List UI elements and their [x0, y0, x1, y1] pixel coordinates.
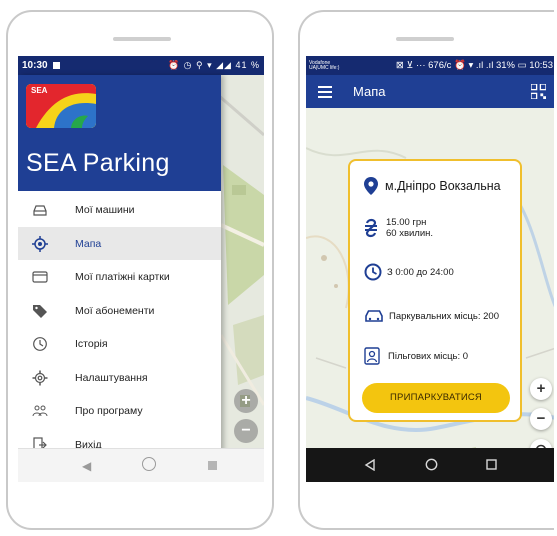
parking-spaces: Паркувальних місць: 200 [389, 310, 499, 322]
price-value: 15.00 грн [386, 217, 427, 228]
right-phone-screen: Vodafone UA|UMC life:) ⊠ ⊻ ··· 676/с ⏰ ▾… [306, 56, 554, 482]
menu-label: Мої машини [75, 204, 135, 216]
toolbar-title: Мапа [353, 84, 386, 99]
phone-speaker [113, 37, 171, 41]
menu-item-about[interactable]: Про програму [18, 394, 221, 428]
price-row: 15.00 грн 60 хвилин. [364, 217, 433, 239]
android-nav-bar: ◀ [18, 448, 264, 482]
left-phone-frame: 10:30 ⏰ ◷ ⚲ ▾ ◢◢ 41 % + − SEA SEA Parkin… [6, 10, 274, 530]
zoom-out-button[interactable]: − [234, 419, 258, 443]
clock-icon [364, 263, 382, 281]
left-phone-screen: 10:30 ⏰ ◷ ⚲ ▾ ◢◢ 41 % + − SEA SEA Parkin… [18, 56, 264, 482]
drawer-title: SEA Parking [26, 149, 170, 177]
menu-label: Історія [75, 338, 108, 350]
carrier-name: Vodafone UA|UMC life:) [309, 59, 340, 71]
menu-icon[interactable] [318, 86, 332, 98]
sea-logo: SEA [26, 84, 96, 128]
zoom-in-button[interactable]: + [530, 378, 552, 400]
battery-level: 41 % [235, 60, 260, 70]
status-bar: 10:30 ⏰ ◷ ⚲ ▾ ◢◢ 41 % [18, 56, 264, 75]
station-row: м.Дніпро Вокзальна [364, 177, 501, 195]
parking-info-card: м.Дніпро Вокзальна 15.00 грн 60 хвилин. [348, 159, 522, 422]
menu-label: Мої платіжні картки [75, 271, 170, 283]
android-nav-bar [306, 448, 554, 482]
gear-icon [32, 370, 48, 385]
menu-label: Мої абонементи [75, 304, 155, 317]
phone-speaker [396, 37, 454, 41]
back-icon[interactable]: ◀ [82, 459, 91, 473]
location-target-icon [32, 235, 48, 252]
drawer-menu: Мої машини Мапа Мої платіжні картки Мої … [18, 193, 221, 461]
hryvnia-icon [365, 218, 377, 238]
menu-item-payment-cards[interactable]: Мої платіжні картки [18, 260, 221, 294]
recents-icon[interactable] [486, 459, 497, 470]
status-icons: ⊠ ⊻ ··· 676/с ⏰ ▾ .ıl .ıl 31% ▭ 10:53 [395, 60, 553, 71]
home-icon[interactable] [425, 458, 438, 471]
status-icon-glyphs: ⏰ ◷ ⚲ ▾ ◢◢ [167, 60, 232, 70]
app-toolbar: Мапа [306, 75, 554, 108]
parking-spaces-row: Паркувальних місць: 200 [364, 309, 499, 323]
privileged-spaces: Пільгових місць: 0 [388, 350, 469, 362]
tag-icon [33, 304, 47, 318]
map-pin-icon [364, 177, 378, 195]
menu-item-map[interactable]: Мапа [18, 226, 221, 260]
menu-label: Про програму [75, 405, 143, 417]
navigation-drawer: SEA SEA Parking Мої машини Мапа Мої плат… [18, 75, 221, 482]
drawer-header: SEA SEA Parking [18, 75, 221, 191]
zoom-out-button[interactable]: − [530, 408, 552, 430]
menu-item-my-cars[interactable]: Мої машини [18, 193, 221, 227]
station-name: м.Дніпро Вокзальна [385, 179, 501, 193]
menu-item-history[interactable]: Історія [18, 327, 221, 361]
notification-icon [52, 62, 60, 69]
working-hours: З 0:00 до 24:00 [387, 266, 454, 278]
menu-label: Мапа [75, 237, 102, 250]
qr-code-icon[interactable] [531, 84, 546, 99]
car-icon [33, 205, 47, 216]
car-icon [365, 310, 383, 322]
menu-label: Налаштування [75, 371, 148, 384]
status-bar: Vodafone UA|UMC life:) ⊠ ⊻ ··· 676/с ⏰ ▾… [306, 56, 554, 75]
people-icon [32, 405, 48, 417]
price-duration: 60 хвилин. [386, 228, 434, 239]
status-time: 10:30 [22, 60, 48, 71]
recents-icon[interactable] [208, 461, 217, 470]
home-icon[interactable] [142, 457, 156, 471]
price-block: 15.00 грн 60 хвилин. [386, 217, 433, 239]
status-icons: ⏰ ◷ ⚲ ▾ ◢◢ 41 % [168, 60, 260, 71]
app-screens-showcase: 10:30 ⏰ ◷ ⚲ ▾ ◢◢ 41 % + − SEA SEA Parkin… [0, 0, 557, 536]
back-icon[interactable] [364, 459, 376, 471]
hours-row: З 0:00 до 24:00 [364, 263, 454, 281]
history-icon [33, 337, 47, 351]
menu-item-subscriptions[interactable]: Мої абонементи [18, 294, 221, 328]
right-phone-frame: Vodafone UA|UMC life:) ⊠ ⊻ ··· 676/с ⏰ ▾… [298, 10, 554, 530]
credit-card-icon [32, 271, 48, 283]
person-badge-icon [364, 347, 380, 365]
menu-item-settings[interactable]: Налаштування [18, 361, 221, 395]
park-button[interactable]: ПРИПАРКУВАТИСЯ [362, 383, 510, 413]
privileged-spaces-row: Пільгових місць: 0 [364, 347, 468, 365]
logo-text: SEA [29, 86, 50, 95]
zoom-in-button[interactable]: + [234, 389, 258, 413]
